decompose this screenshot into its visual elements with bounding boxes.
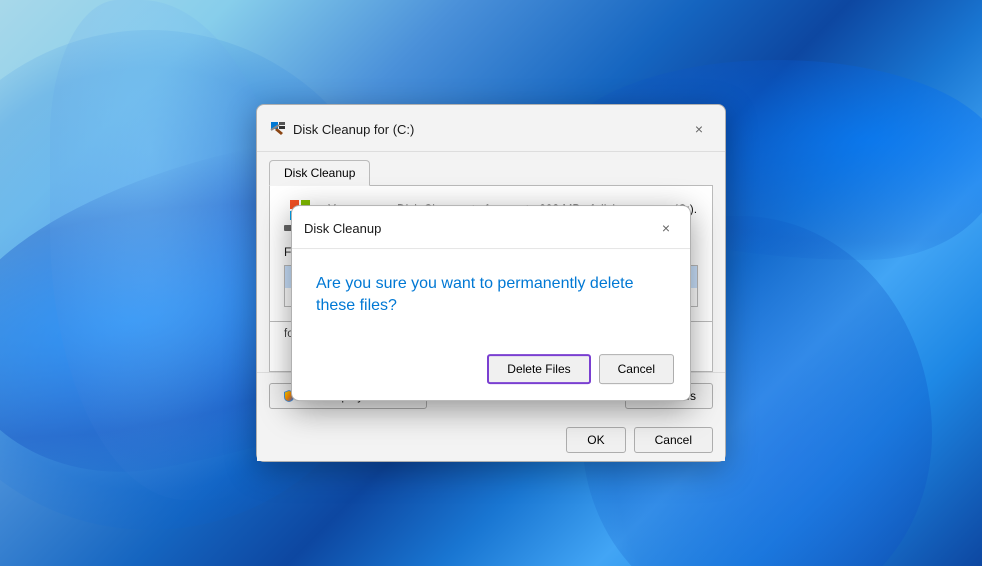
confirm-dialog-title: Disk Cleanup bbox=[304, 221, 381, 236]
tab-strip: Disk Cleanup bbox=[257, 152, 725, 185]
main-title-bar: Disk Cleanup for (C:) × bbox=[257, 105, 725, 152]
cancel-button-confirm[interactable]: Cancel bbox=[599, 354, 674, 384]
disk-cleanup-title-icon bbox=[269, 120, 287, 138]
confirm-dialog: Disk Cleanup × Are you sure you want to … bbox=[291, 205, 691, 401]
confirm-dialog-body: Are you sure you want to permanently del… bbox=[292, 249, 690, 354]
confirm-dialog-close-button[interactable]: × bbox=[654, 216, 678, 240]
delete-files-button[interactable]: Delete Files bbox=[487, 354, 590, 384]
main-window-close-button[interactable]: × bbox=[685, 115, 713, 143]
main-ok-cancel-row: OK Cancel bbox=[257, 419, 725, 461]
main-window-title: Disk Cleanup for (C:) bbox=[293, 122, 414, 137]
cancel-button-main[interactable]: Cancel bbox=[634, 427, 713, 453]
main-disk-cleanup-window: Disk Cleanup for (C:) × Disk Cleanup bbox=[256, 104, 726, 462]
ok-button[interactable]: OK bbox=[566, 427, 625, 453]
title-bar-left: Disk Cleanup for (C:) bbox=[269, 120, 414, 138]
tab-disk-cleanup[interactable]: Disk Cleanup bbox=[269, 160, 370, 186]
confirm-dialog-buttons: Delete Files Cancel bbox=[292, 354, 690, 400]
confirm-title-bar: Disk Cleanup × bbox=[292, 206, 690, 249]
dialog-overlay: Disk Cleanup for (C:) × Disk Cleanup bbox=[0, 0, 982, 566]
confirm-question-text: Are you sure you want to permanently del… bbox=[316, 273, 666, 318]
